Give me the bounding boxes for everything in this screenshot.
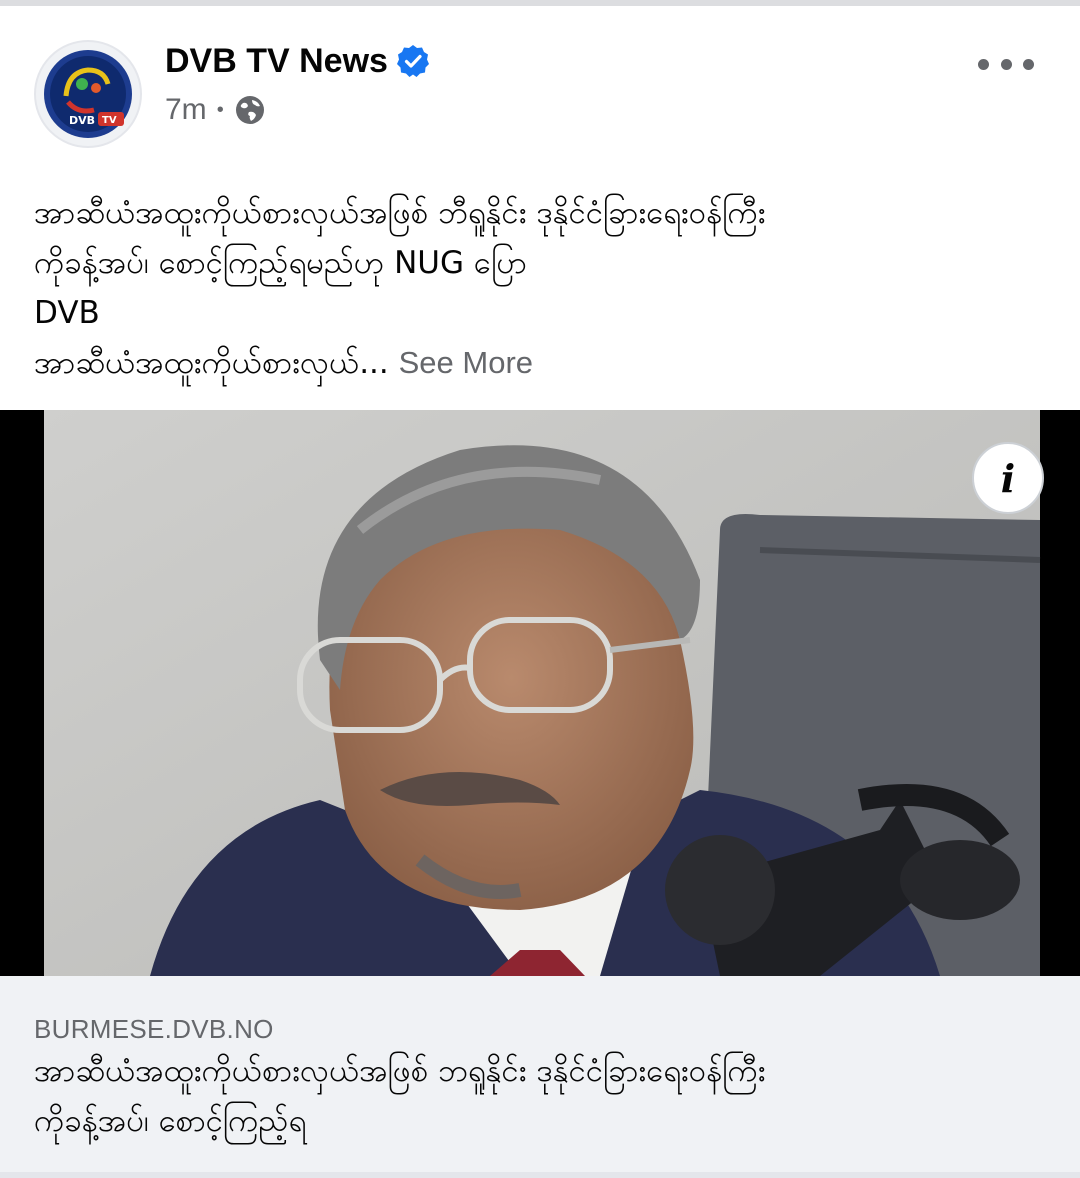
post-header: DVB TV DVB TV News 7m • (0, 6, 1080, 156)
page-name-link[interactable]: DVB TV News (165, 42, 388, 81)
link-domain: BURMESE.DVB.NO (34, 1014, 274, 1044)
bottom-divider (0, 1172, 1080, 1178)
post-text-line-last: အာဆီယံအထူးကိုယ်စားလှယ်... See More (34, 338, 1044, 388)
info-button[interactable]: i (972, 442, 1044, 514)
link-title: အာဆီယံအထူးကိုယ်စားလှယ်အဖြစ် ဘရူနိုင်း ဒု… (34, 1046, 1044, 1146)
link-title-line: အာဆီယံအထူးကိုယ်စားလှယ်အဖြစ် ဘရူနိုင်း ဒု… (34, 1053, 766, 1089)
avatar-text: DVB (69, 114, 95, 127)
verified-badge-icon (397, 45, 429, 77)
meta-separator: • (216, 98, 224, 121)
avatar-badge: TV (102, 115, 117, 126)
post-photo[interactable] (0, 410, 1080, 976)
post-text-line: အာဆီယံအထူးကိုယ်စားလှယ်အဖြစ် ဘီရူနိုင်း ဒ… (34, 195, 766, 231)
page-avatar[interactable]: DVB TV (34, 40, 142, 148)
link-title-line: ကိုခန့်အပ်၊ စောင့်ကြည့်ရ (34, 1103, 307, 1139)
dvb-logo-icon: DVB TV (44, 50, 132, 138)
globe-icon (235, 96, 264, 124)
post-text-line: အာဆီယံအထူးကိုယ်စားလှယ်... (34, 345, 389, 381)
post-text-line: ကိုခန့်အပ်၊ စောင့်ကြည့်ရမည်ဟု NUG ပြော (34, 245, 527, 281)
post-meta: 7m • (165, 92, 266, 128)
post-text: အာဆီယံအထူးကိုယ်စားလှယ်အဖြစ် ဘီရူနိုင်း ဒ… (34, 188, 1044, 388)
more-options-icon[interactable] (978, 50, 1034, 78)
portrait-image (44, 410, 1041, 976)
post-time[interactable]: 7m (165, 93, 207, 127)
link-preview-card[interactable]: BURMESE.DVB.NO အာဆီယံအထူးကိုယ်စားလှယ်အဖြ… (0, 976, 1080, 1172)
see-more-link[interactable]: See More (399, 345, 533, 380)
post-text-line: DVB (34, 295, 100, 331)
